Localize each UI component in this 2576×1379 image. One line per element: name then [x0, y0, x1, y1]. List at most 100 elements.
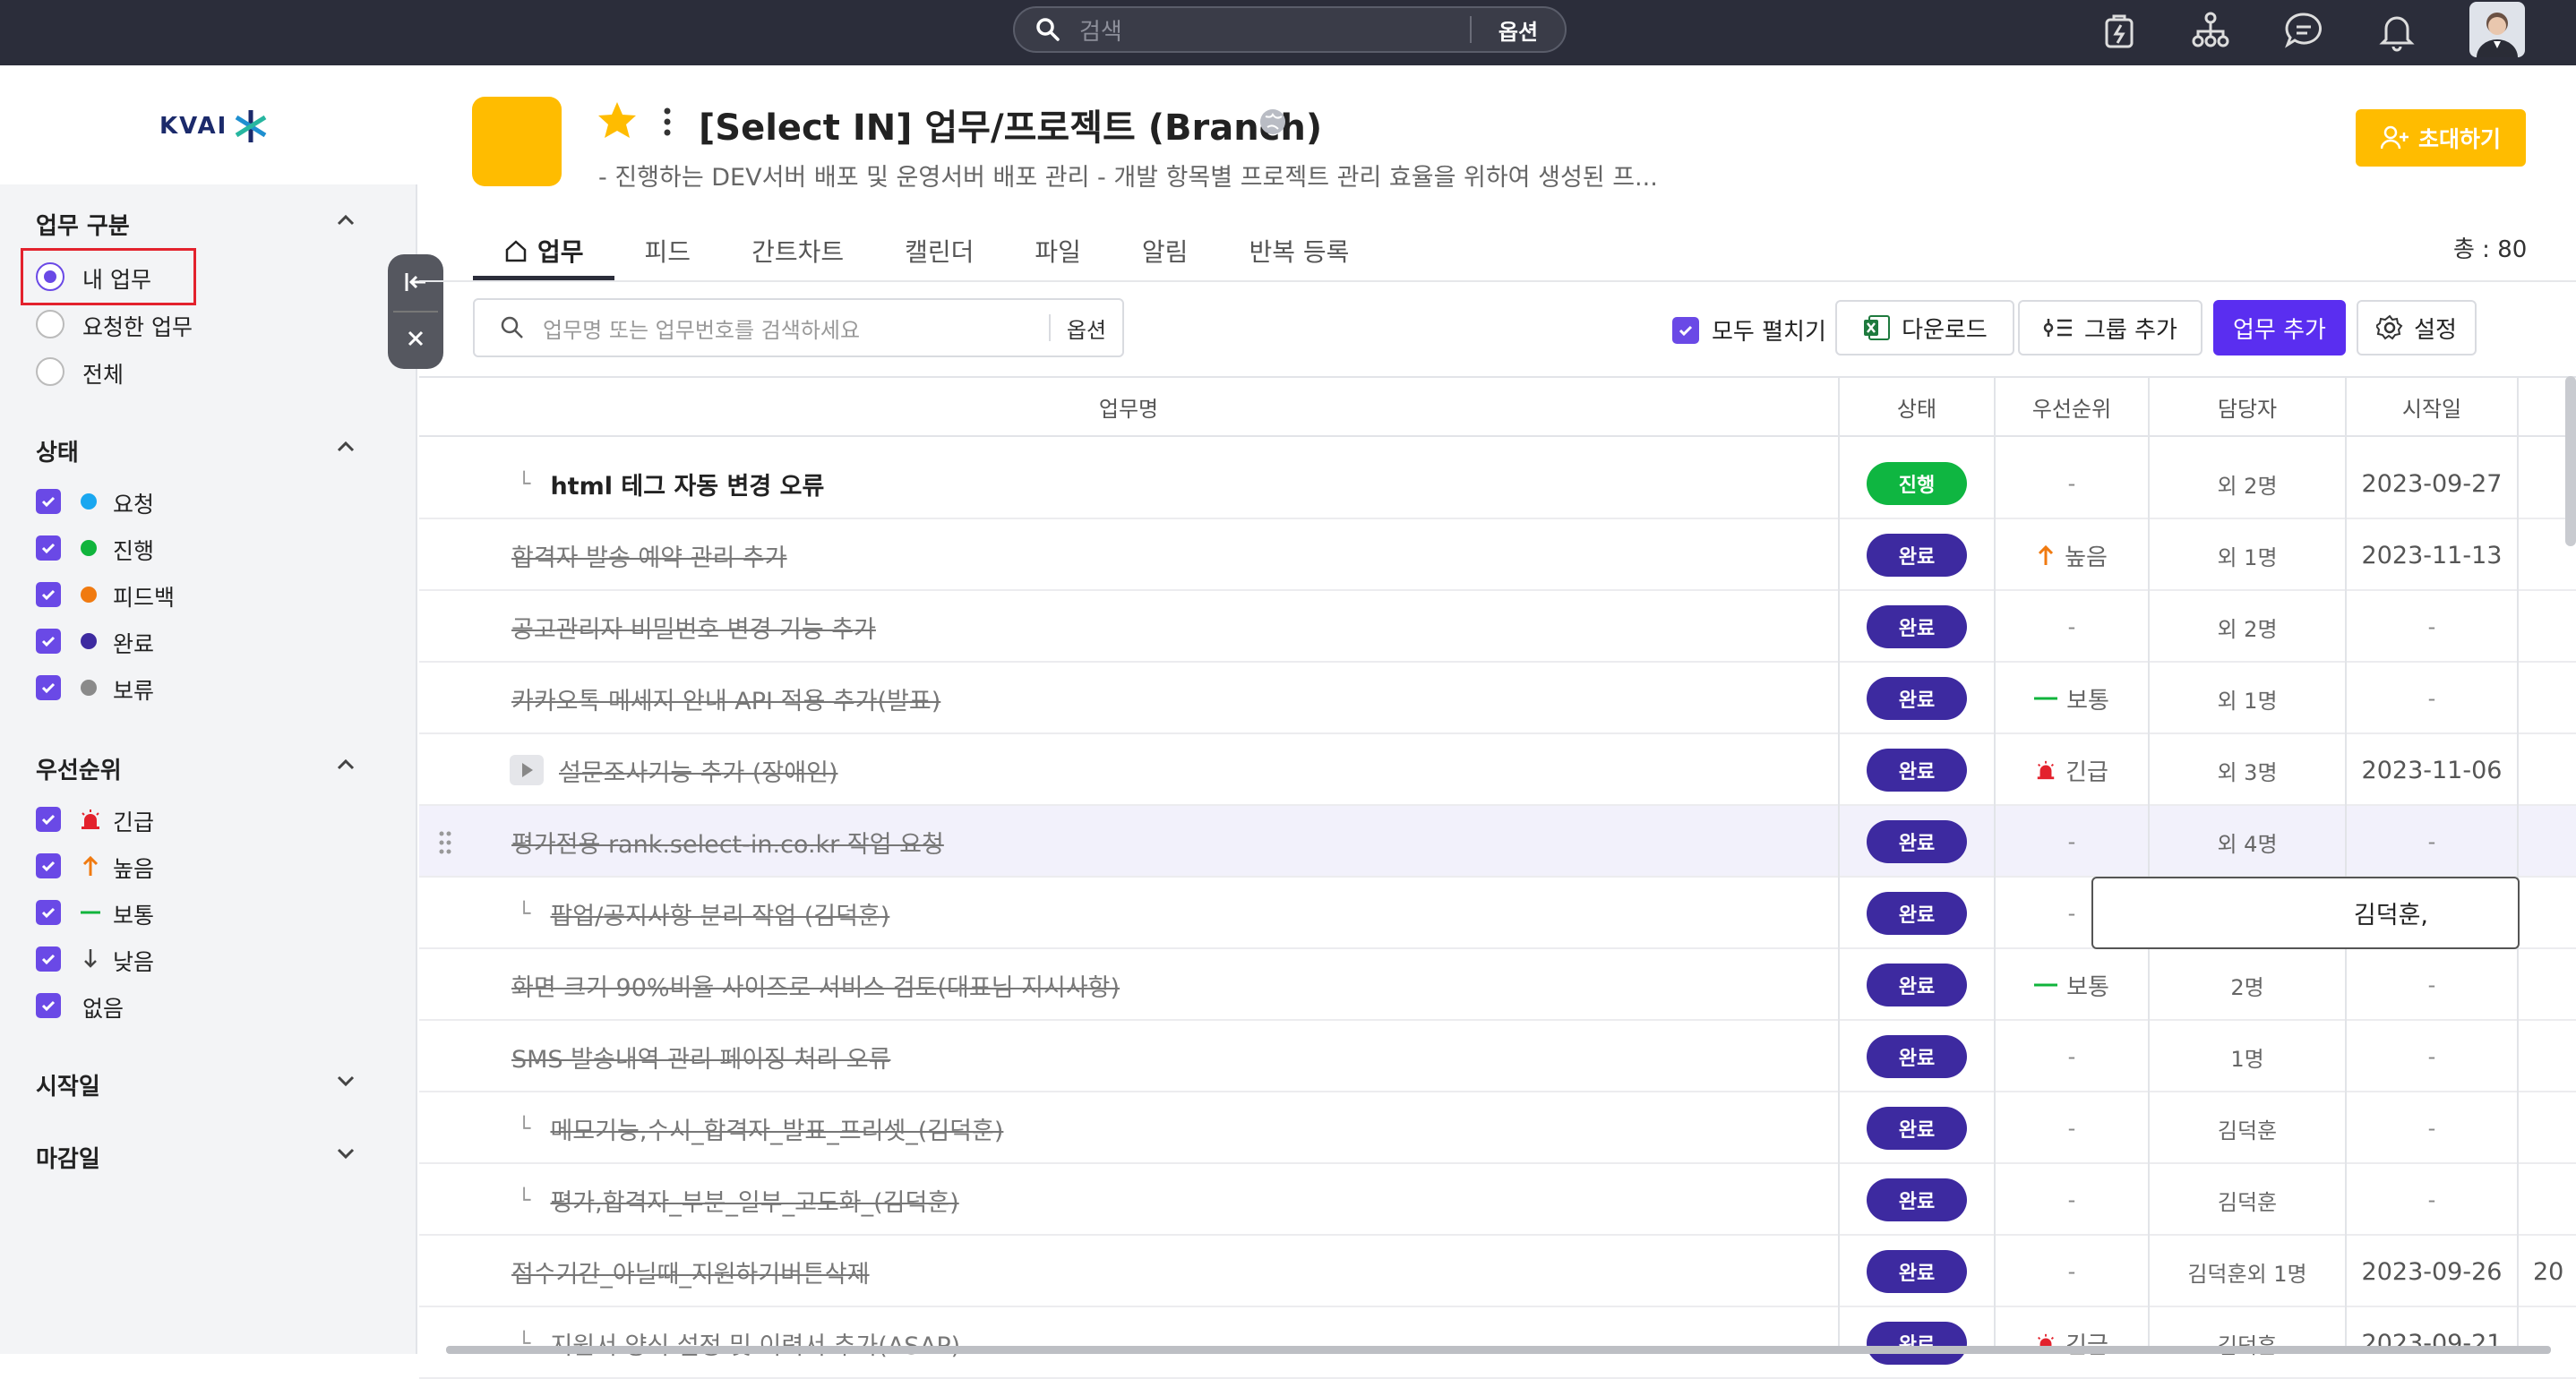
- task-type-radio-requested[interactable]: [36, 310, 64, 338]
- status-badge[interactable]: 완료: [1867, 605, 1967, 648]
- status-badge[interactable]: 완료: [1867, 892, 1967, 935]
- star-icon[interactable]: [597, 100, 638, 140]
- status-badge[interactable]: 완료: [1867, 1250, 1967, 1293]
- priority-cell[interactable]: -: [1996, 1236, 2148, 1307]
- column-header-start-date[interactable]: 시작일: [2347, 378, 2517, 435]
- priority-cell[interactable]: 보통: [1996, 663, 2148, 734]
- play-icon[interactable]: [509, 754, 545, 786]
- task-name[interactable]: 팝업/공지사항 분리 작업 (김덕훈): [550, 896, 889, 931]
- status-badge[interactable]: 완료: [1867, 749, 1967, 792]
- task-name-cell[interactable]: └ 메모기능,수시_합격자_발표_프리셋_(김덕훈): [518, 1092, 1003, 1164]
- task-name[interactable]: html 테그 자동 변경 오류: [550, 467, 824, 501]
- assignee-cell[interactable]: 1명: [2150, 1021, 2345, 1092]
- task-search-option-button[interactable]: 옵션: [1051, 313, 1122, 344]
- shopping-bag-icon[interactable]: [2098, 9, 2141, 52]
- task-name[interactable]: 합격자 발송 예약 관리 추가: [511, 538, 787, 573]
- status-badge[interactable]: 완료: [1867, 820, 1967, 863]
- priority-cell[interactable]: 긴급: [1996, 1307, 2148, 1379]
- start-date-cell[interactable]: -: [2347, 806, 2517, 878]
- table-row[interactable]: └ 메모기능,수시_합격자_발표_프리셋_(김덕훈) 완료 - 김덕훈 -: [419, 1092, 2576, 1164]
- download-button[interactable]: 다운로드: [1835, 300, 2014, 355]
- priority-checkbox-normal[interactable]: [36, 900, 61, 925]
- priority-cell[interactable]: -: [1996, 1021, 2148, 1092]
- vertical-scrollbar[interactable]: [2565, 376, 2576, 546]
- start-date-cell[interactable]: -: [2347, 663, 2517, 734]
- task-name-cell[interactable]: 설문조사기능 추가 (장애인): [509, 734, 837, 806]
- column-header-name[interactable]: 업무명: [419, 378, 1838, 435]
- task-name-cell[interactable]: └ 팝업/공지사항 분리 작업 (김덕훈): [518, 878, 889, 949]
- task-name-cell[interactable]: 카카오톡 메세지 안내 API 적용 추가(발표): [511, 663, 940, 734]
- tab-calendar[interactable]: 캘린더: [874, 224, 1004, 278]
- task-search[interactable]: 업무명 또는 업무번호를 검색하세요 옵션: [473, 298, 1124, 357]
- status-badge[interactable]: 진행: [1867, 462, 1967, 505]
- status-badge[interactable]: 완료: [1867, 534, 1967, 577]
- assignee-cell[interactable]: 김덕훈: [2150, 1092, 2345, 1164]
- chat-icon[interactable]: [2282, 9, 2325, 52]
- table-row[interactable]: 공고관리자 비밀번호 변경 기능 추가 완료 - 외 2명 -: [419, 591, 2576, 663]
- task-name-cell[interactable]: └지원서 양식 설정 및 이력서 추가(ASAP): [518, 1307, 960, 1379]
- assignee-cell[interactable]: 김덕훈외 1명: [2150, 1236, 2345, 1307]
- bell-icon[interactable]: [2375, 9, 2418, 52]
- tab-gantt[interactable]: 간트차트: [721, 224, 874, 278]
- column-header-priority[interactable]: 우선순위: [1996, 378, 2148, 435]
- priority-cell[interactable]: -: [1996, 806, 2148, 878]
- task-name-cell[interactable]: SMS 발송내역 관리 페이징 처리 오류: [511, 1021, 890, 1092]
- assignee-cell[interactable]: 외 1명: [2150, 519, 2345, 591]
- chevron-up-icon[interactable]: [333, 434, 358, 459]
- start-date-cell[interactable]: -: [2347, 949, 2517, 1021]
- task-name-cell[interactable]: 평가전용 rank.select-in.co.kr 작업 요청: [511, 806, 944, 878]
- start-date-cell[interactable]: -: [2347, 1164, 2517, 1236]
- task-name[interactable]: 평가전용 rank.select-in.co.kr 작업 요청: [511, 825, 944, 860]
- priority-cell[interactable]: 보통: [1996, 949, 2148, 1021]
- priority-cell[interactable]: 높음: [1996, 519, 2148, 591]
- table-row[interactable]: └ html 테그 자동 변경 오류 진행 - 외 2명 2023-09-27: [419, 448, 2576, 519]
- task-name[interactable]: 설문조사기능 추가 (장애인): [559, 753, 837, 788]
- global-search[interactable]: 검색 옵션: [1013, 6, 1567, 53]
- assignee-cell[interactable]: 김덕훈: [2150, 1164, 2345, 1236]
- assignee-cell[interactable]: 김덕훈: [2150, 1307, 2345, 1379]
- start-date-cell[interactable]: -: [2347, 1021, 2517, 1092]
- chevron-down-icon[interactable]: [333, 1141, 358, 1166]
- task-name-cell[interactable]: 합격자 발송 예약 관리 추가: [511, 519, 787, 591]
- priority-checkbox-low[interactable]: [36, 946, 61, 972]
- table-row[interactable]: └ 평가,합격자_부분_일부_고도화_(김덕훈) 완료 - 김덕훈 -: [419, 1164, 2576, 1236]
- start-date-cell[interactable]: 2023-09-21: [2347, 1307, 2517, 1379]
- start-date-cell[interactable]: 2023-09-27: [2347, 448, 2517, 519]
- add-task-button[interactable]: 업무 추가: [2213, 300, 2346, 355]
- tab-feed[interactable]: 피드: [614, 224, 722, 278]
- status-badge[interactable]: 완료: [1867, 1035, 1967, 1078]
- expand-all-checkbox[interactable]: [1672, 316, 1699, 344]
- task-name-cell[interactable]: └ 평가,합격자_부분_일부_고도화_(김덕훈): [518, 1164, 959, 1236]
- chevron-down-icon[interactable]: [333, 1068, 358, 1093]
- task-name[interactable]: SMS 발송내역 관리 페이징 처리 오류: [511, 1040, 890, 1075]
- tab-files[interactable]: 파일: [1004, 224, 1112, 278]
- add-group-button[interactable]: 그룹 추가: [2018, 300, 2202, 355]
- table-row[interactable]: SMS 발송내역 관리 페이징 처리 오류 완료 - 1명 -: [419, 1021, 2576, 1092]
- assignee-cell[interactable]: 외 4명: [2150, 806, 2345, 878]
- task-name[interactable]: 지원서 양식 설정 및 이력서 추가(ASAP): [550, 1326, 960, 1361]
- status-badge[interactable]: 완료: [1867, 1322, 1967, 1365]
- task-name-cell[interactable]: 공고관리자 비밀번호 변경 기능 추가: [511, 591, 876, 663]
- task-name-cell[interactable]: 접수기간_아닐때_지원하기버튼삭제: [511, 1236, 870, 1307]
- invite-button[interactable]: 초대하기: [2356, 109, 2526, 167]
- globe-icon[interactable]: [1258, 107, 1287, 136]
- status-checkbox[interactable]: [36, 582, 61, 607]
- task-name[interactable]: 메모기능,수시_합격자_발표_프리셋_(김덕훈): [550, 1111, 1003, 1146]
- status-badge[interactable]: 완료: [1867, 1178, 1967, 1221]
- task-name-cell[interactable]: 화면 크기 90%비율 사이즈로 서비스 검토(대표님 지시사항): [511, 949, 1120, 1021]
- start-date-cell[interactable]: 2023-09-26: [2347, 1236, 2517, 1307]
- assignee-cell[interactable]: 외 3명: [2150, 734, 2345, 806]
- table-row[interactable]: 카카오톡 메세지 안내 API 적용 추가(발표) 완료 보통 외 1명 -: [419, 663, 2576, 734]
- status-badge[interactable]: 완료: [1867, 964, 1967, 1006]
- assignee-cell[interactable]: 외 1명: [2150, 663, 2345, 734]
- task-type-radio-all[interactable]: [36, 357, 64, 386]
- task-name[interactable]: 화면 크기 90%비율 사이즈로 서비스 검토(대표님 지시사항): [511, 968, 1120, 1003]
- assignee-cell[interactable]: 외 2명: [2150, 448, 2345, 519]
- priority-cell[interactable]: -: [1996, 1092, 2148, 1164]
- status-badge[interactable]: 완료: [1867, 677, 1967, 720]
- global-search-input[interactable]: 검색: [1079, 13, 1470, 47]
- settings-button[interactable]: 설정: [2357, 300, 2477, 355]
- table-row[interactable]: 설문조사기능 추가 (장애인) 완료 긴급 외 3명 2023-11-06: [419, 734, 2576, 806]
- column-header-assignee[interactable]: 담당자: [2150, 378, 2345, 435]
- priority-checkbox-urgent[interactable]: [36, 807, 61, 832]
